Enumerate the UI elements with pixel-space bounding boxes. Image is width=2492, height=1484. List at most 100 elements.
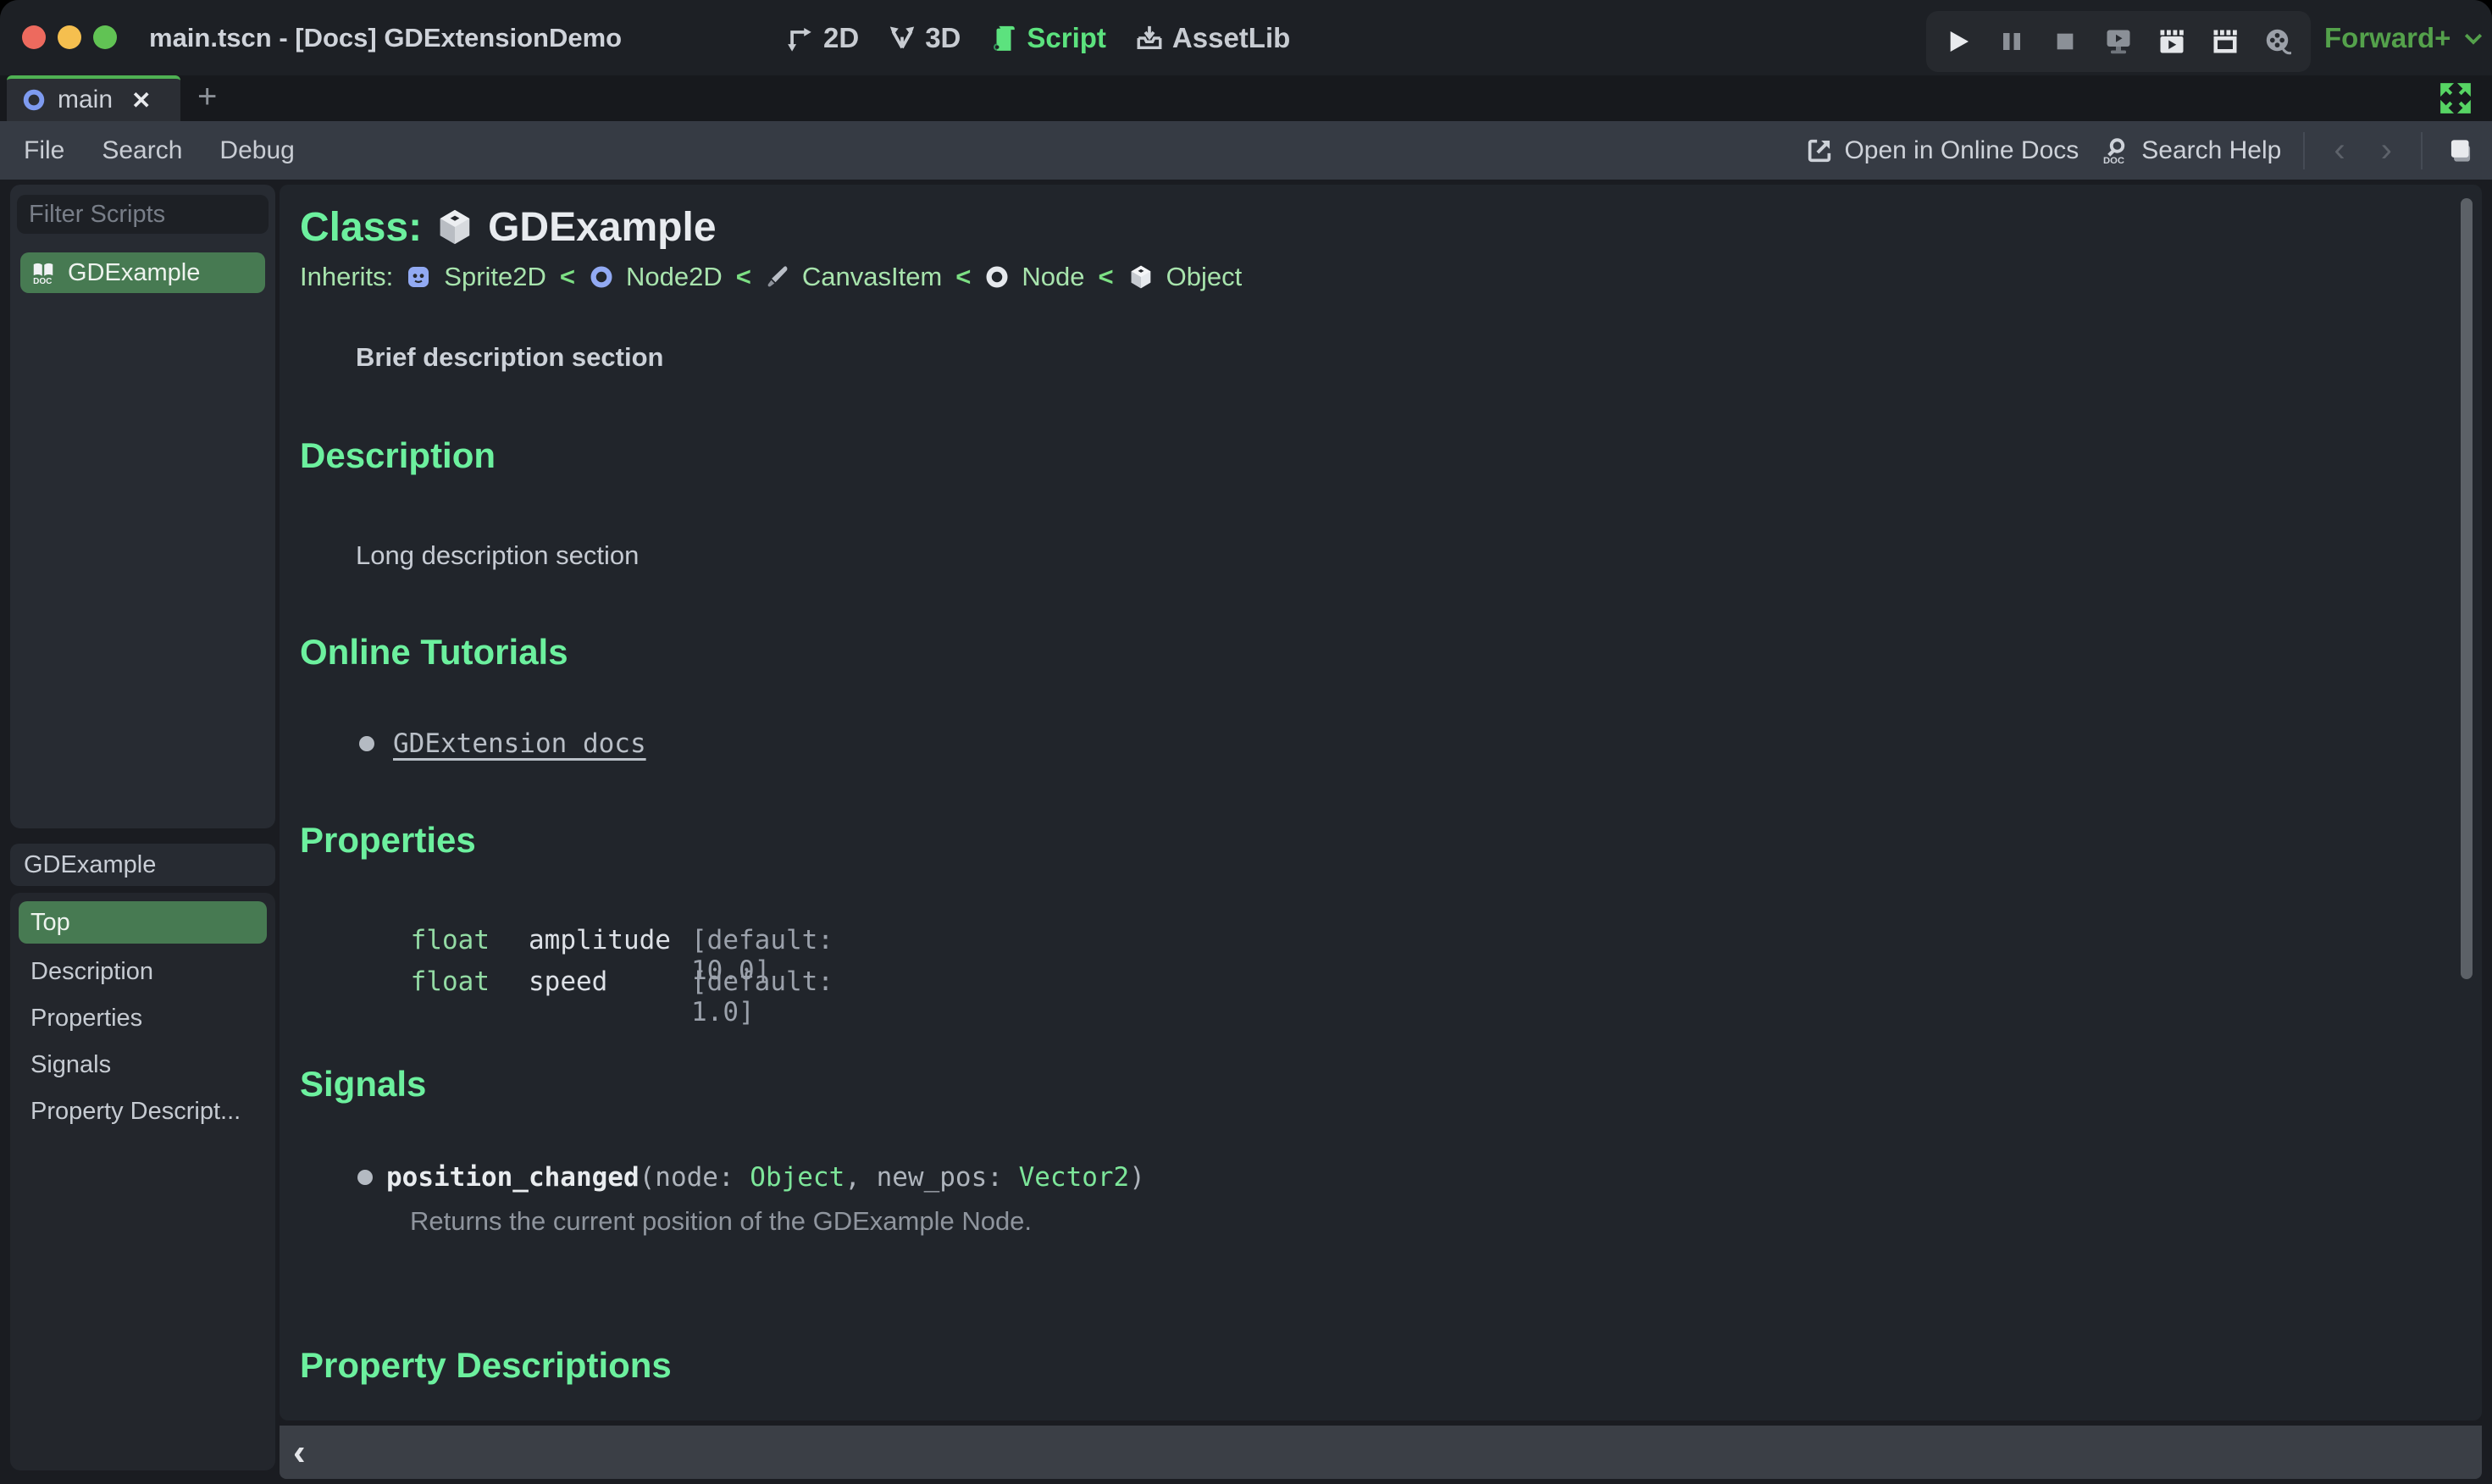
workspace-assetlib-button[interactable]: AssetLib: [1135, 22, 1290, 54]
tutorial-entry: GDExtension docs: [359, 728, 646, 759]
scripts-sidebar: DOC GDExample GDExample Top Description …: [10, 185, 371, 1479]
link-object[interactable]: Object: [1166, 262, 1243, 292]
menu-file[interactable]: File: [0, 136, 83, 165]
link-node[interactable]: Node: [1022, 262, 1084, 292]
workspace-2d-button[interactable]: 2D: [786, 22, 859, 54]
workspace-script-button[interactable]: Script: [989, 22, 1106, 54]
property-default: [default: 1.0]: [691, 966, 833, 1027]
signal-entry: position_changed(node: Object, new_pos: …: [357, 1162, 1145, 1193]
divider: [2303, 131, 2306, 169]
script-menu-bar: File Search Debug Open in Online Docs DO…: [0, 121, 2492, 180]
window-title: main.tscn - [Docs] GDExtensionDemo: [149, 23, 623, 53]
member-item-signals[interactable]: Signals: [19, 1044, 267, 1086]
object-cube-icon: [435, 208, 474, 246]
link-node2d[interactable]: Node2D: [626, 262, 723, 292]
object-icon: [1127, 263, 1155, 291]
svg-text:DOC: DOC: [33, 277, 52, 285]
member-item-description[interactable]: Description: [19, 950, 267, 993]
members-panel-title: GDExample: [10, 844, 275, 886]
stop-button[interactable]: [2044, 20, 2086, 63]
play-scene-button[interactable]: [2097, 20, 2140, 63]
inherits-line: Inherits: Sprite2D < Node2D < CanvasItem: [300, 262, 1243, 292]
heading-signals: Signals: [300, 1064, 427, 1104]
canvasitem-icon: [765, 264, 790, 290]
assetlib-download-icon: [1135, 24, 1164, 53]
workspace-switcher: 2D 3D Script AssetLib: [786, 0, 1290, 75]
sprite2d-icon: [405, 263, 432, 291]
property-name[interactable]: speed: [529, 966, 607, 997]
heading-description: Description: [300, 435, 496, 475]
heading-property-descriptions: Property Descriptions: [300, 1345, 672, 1385]
property-type[interactable]: float: [390, 966, 490, 997]
doc-scrollbar[interactable]: [2461, 198, 2473, 979]
renderer-label: Forward+: [2324, 21, 2451, 53]
link-vector2-type[interactable]: Vector2: [1019, 1162, 1130, 1193]
svg-text:DOC: DOC: [2103, 156, 2124, 166]
heading-properties: Properties: [300, 820, 476, 860]
class-reference-view: Class: GDExample Inherits: Sprite2D < No…: [280, 185, 2482, 1420]
bullet-icon: [357, 1170, 373, 1185]
property-type[interactable]: float: [390, 925, 490, 955]
scripts-panel-toggle-icon[interactable]: [2445, 135, 2477, 167]
play-button[interactable]: [1937, 20, 1980, 63]
tab-close-icon[interactable]: ✕: [131, 86, 151, 114]
script-scroll-icon: [989, 24, 1018, 53]
play-movie-button[interactable]: [2151, 20, 2193, 63]
class-header: Class: GDExample: [300, 202, 717, 252]
class-name: GDExample: [488, 204, 717, 250]
pause-button[interactable]: [1991, 20, 2033, 63]
brief-description: Brief description section: [356, 342, 664, 372]
play-custom-scene-button[interactable]: [2204, 20, 2246, 63]
inherits-label: Inherits:: [300, 262, 394, 291]
tab-main[interactable]: main ✕: [7, 75, 180, 121]
godot-editor-window: main.tscn - [Docs] GDExtensionDemo 2D 3D…: [0, 0, 2492, 1484]
workspace-3d-button[interactable]: 3D: [888, 22, 961, 54]
new-tab-button[interactable]: +: [197, 75, 217, 121]
distraction-free-icon[interactable]: [2438, 80, 2473, 116]
member-item-property-descriptions[interactable]: Property Descript...: [19, 1090, 267, 1132]
renderer-selector[interactable]: Forward+: [2324, 0, 2486, 75]
2d-axes-icon: [786, 24, 815, 53]
doc-book-icon: DOC: [30, 260, 56, 285]
menu-search[interactable]: Search: [83, 136, 201, 165]
node2d-icon: [589, 264, 614, 290]
doc-content-column: Class: GDExample Inherits: Sprite2D < No…: [280, 185, 2482, 1484]
bottom-panel-bar: ‹: [280, 1426, 2482, 1479]
heading-online-tutorials: Online Tutorials: [300, 632, 568, 672]
tab-label: main: [58, 86, 114, 114]
collapse-panel-icon[interactable]: ‹: [280, 1431, 306, 1474]
movie-maker-button[interactable]: [2257, 20, 2300, 63]
playback-controls: [1926, 11, 2311, 72]
class-keyword: Class:: [300, 204, 423, 250]
3d-axes-icon: [888, 24, 917, 53]
link-object-type[interactable]: Object: [750, 1162, 845, 1193]
signal-name: position_changed: [386, 1162, 640, 1193]
member-item-properties[interactable]: Properties: [19, 997, 267, 1039]
long-description: Long description section: [356, 540, 640, 570]
chevron-down-icon: [2461, 25, 2486, 51]
member-item-top[interactable]: Top: [19, 901, 267, 944]
search-doc-icon: DOC: [2101, 136, 2131, 166]
title-bar: main.tscn - [Docs] GDExtensionDemo 2D 3D…: [0, 0, 2492, 75]
signal-description: Returns the current position of the GDEx…: [410, 1206, 1033, 1236]
history-forward-icon[interactable]: ›: [2374, 131, 2399, 169]
macos-minimize-icon[interactable]: [58, 25, 81, 49]
link-canvasitem[interactable]: CanvasItem: [802, 262, 942, 292]
link-sprite2d[interactable]: Sprite2D: [444, 262, 546, 292]
scene-node-icon: [22, 88, 46, 112]
divider: [2421, 131, 2423, 169]
script-item-gdexample[interactable]: DOC GDExample: [20, 252, 265, 293]
open-online-docs-button[interactable]: Open in Online Docs: [1805, 136, 2079, 165]
members-list-panel: Top Description Properties Signals Prope…: [10, 893, 275, 1470]
tutorial-link[interactable]: GDExtension docs: [393, 728, 646, 759]
property-name[interactable]: amplitude: [529, 925, 671, 955]
macos-zoom-icon[interactable]: [93, 25, 117, 49]
menu-debug[interactable]: Debug: [201, 136, 313, 165]
external-link-icon: [1805, 136, 1834, 165]
history-back-icon[interactable]: ‹: [2327, 131, 2351, 169]
node-icon: [984, 264, 1010, 290]
macos-close-icon[interactable]: [22, 25, 46, 49]
search-help-button[interactable]: DOC Search Help: [2101, 136, 2281, 166]
main-area: DOC GDExample GDExample Top Description …: [0, 180, 2492, 1484]
scene-tab-bar: main ✕ +: [0, 75, 2492, 121]
